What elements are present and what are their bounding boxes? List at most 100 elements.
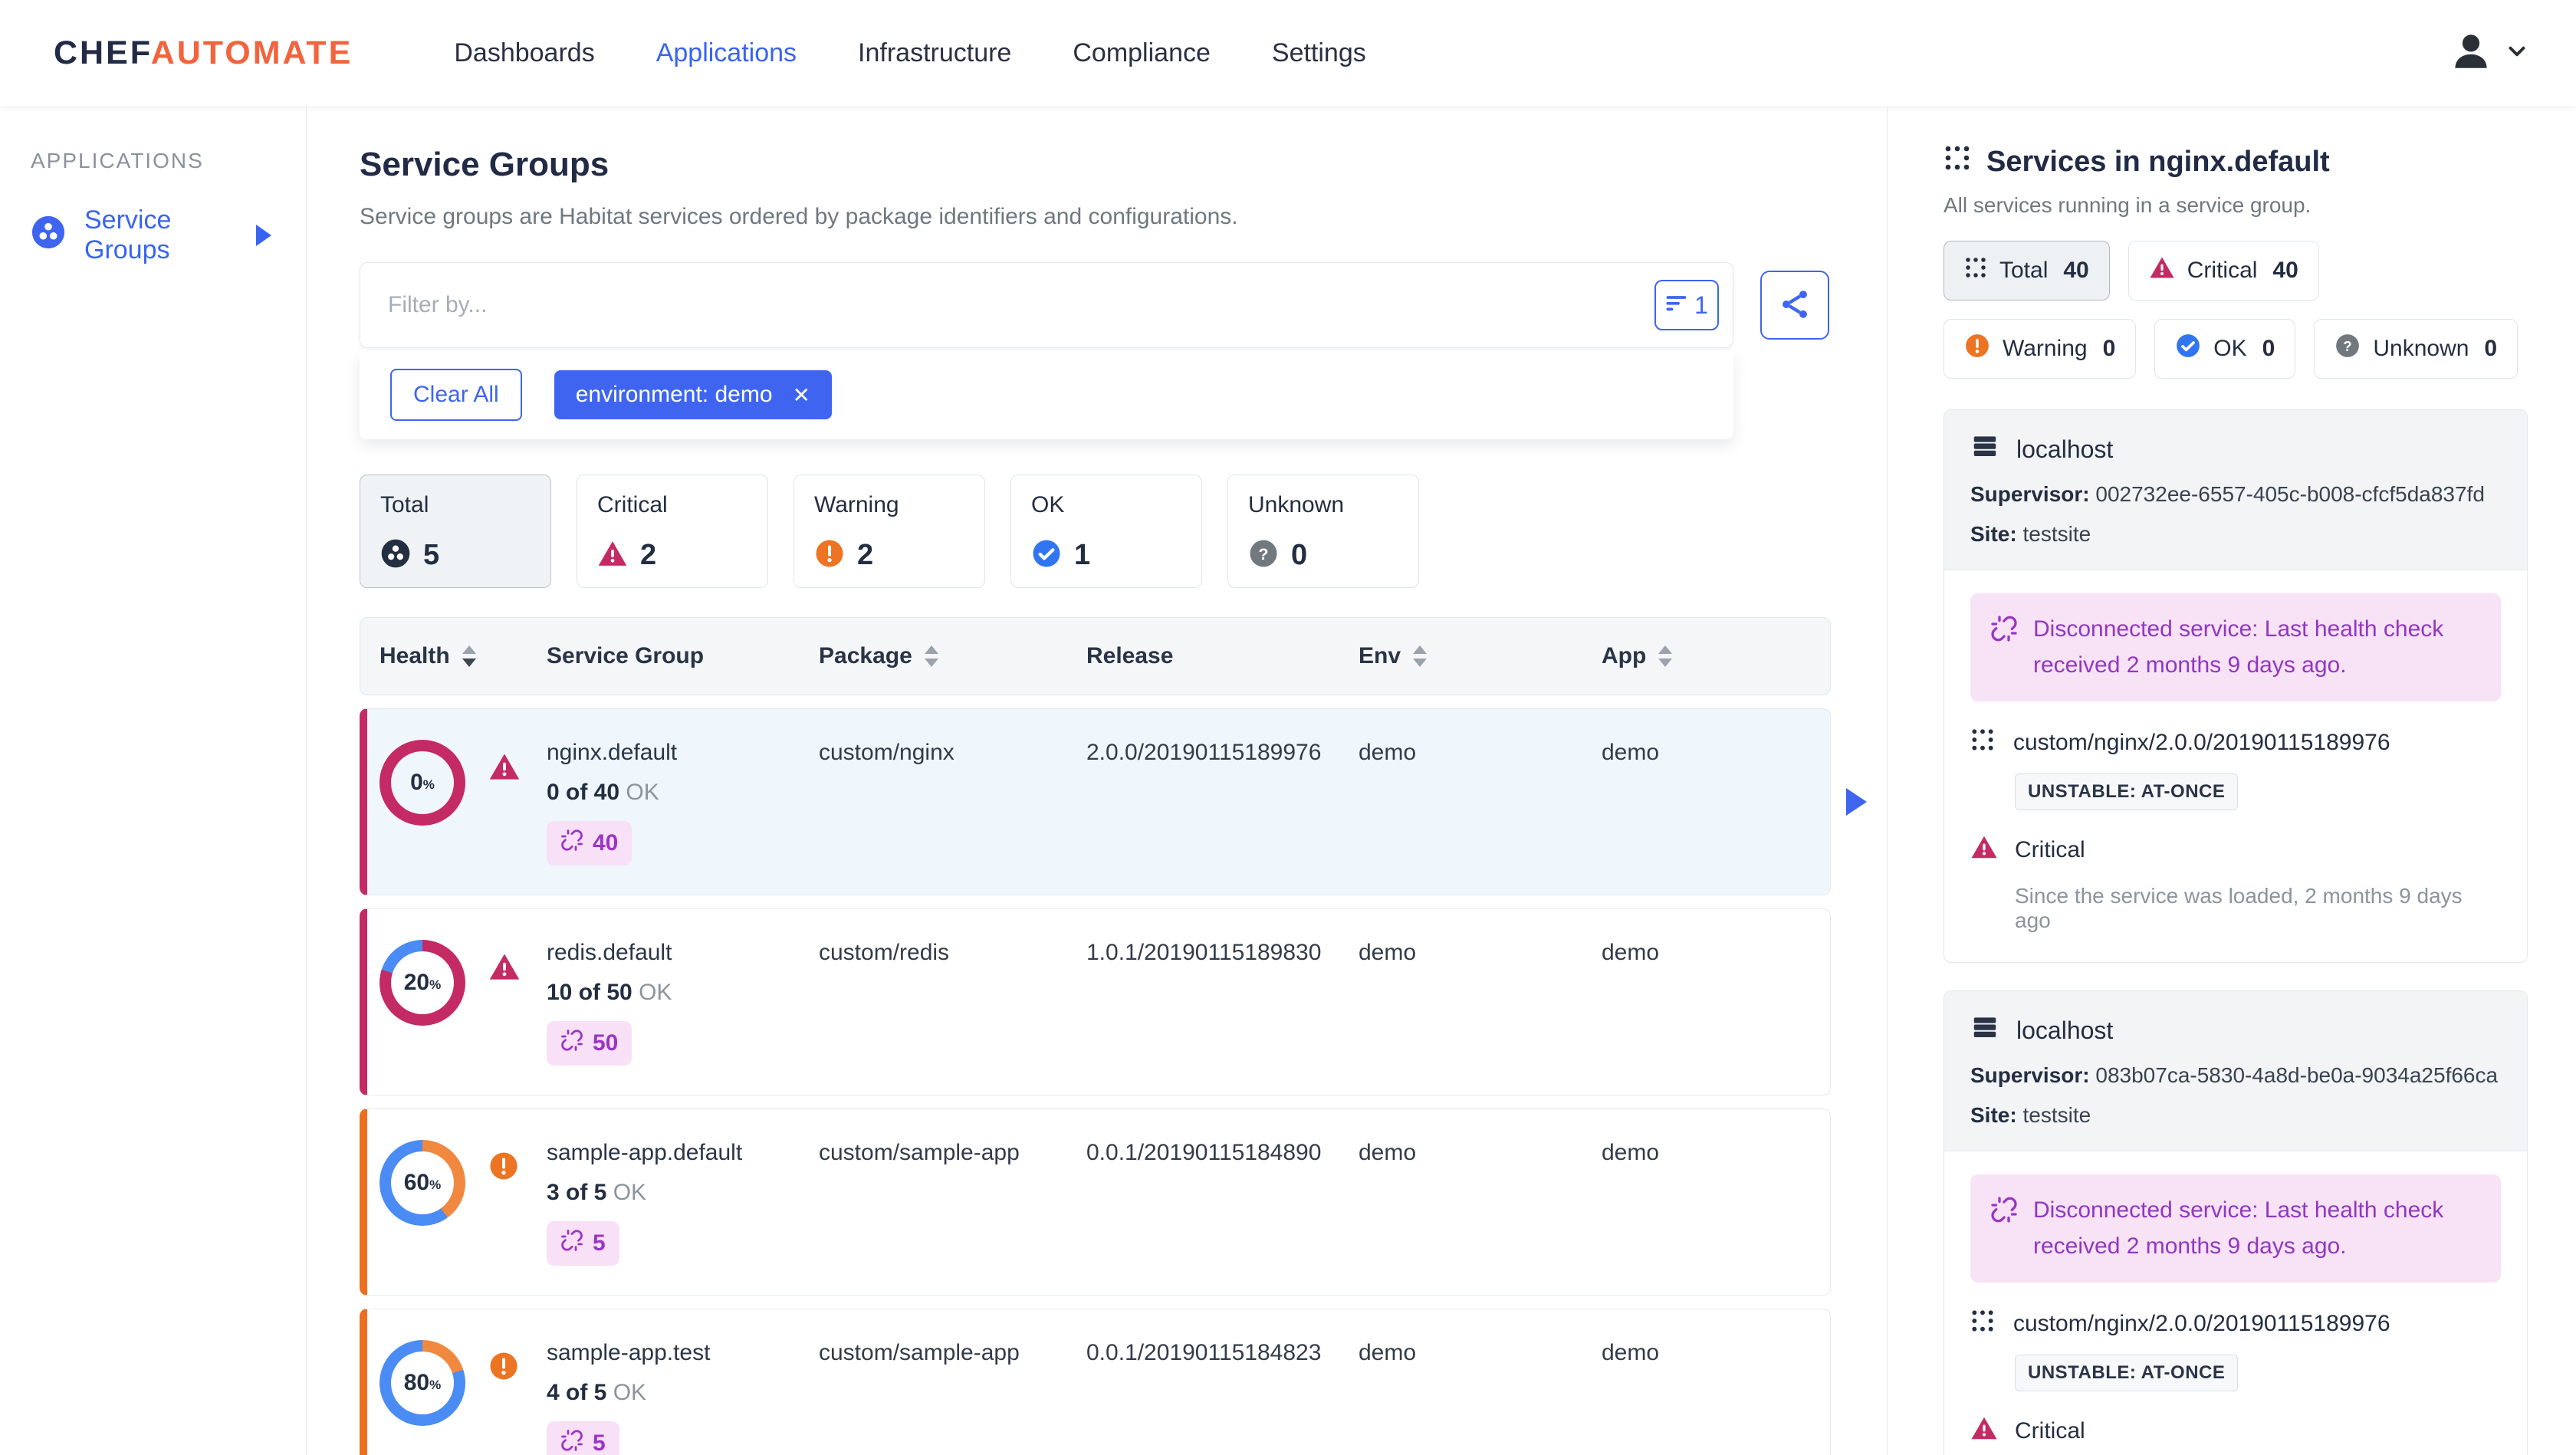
panel-title: Services in nginx.default bbox=[1944, 144, 2528, 179]
unlink-icon bbox=[560, 1229, 583, 1258]
pill-unknown[interactable]: ? Unknown 0 bbox=[2314, 319, 2518, 379]
status-filter-cards: Total 5 Critical 2 Warning 2 OK 1 Unknow… bbox=[360, 475, 1831, 588]
disconnected-count-badge: 5 bbox=[547, 1221, 619, 1266]
supervisor-id: 002732ee-6557-405c-b008-cfcf5da837fd bbox=[2095, 482, 2485, 506]
package-cell: custom/sample-app bbox=[819, 1340, 1020, 1365]
service-card: localhost Supervisor: 002732ee-6557-405c… bbox=[1944, 409, 2528, 963]
service-group-name: sample-app.default bbox=[547, 1140, 743, 1165]
status-card-critical[interactable]: Critical 2 bbox=[577, 475, 768, 588]
pill-warning[interactable]: Warning 0 bbox=[1944, 319, 2137, 379]
nav-applications[interactable]: Applications bbox=[656, 38, 797, 68]
site-name: testsite bbox=[2022, 1103, 2091, 1127]
service-group-row-redis-default[interactable]: 20% redis.default 10 of 50 OK 50 custom/… bbox=[360, 908, 1831, 1095]
share-icon bbox=[1778, 287, 1812, 324]
env-cell: demo bbox=[1359, 740, 1417, 765]
service-group-name: nginx.default bbox=[547, 740, 678, 765]
app-cell: demo bbox=[1602, 1140, 1660, 1165]
filter-bar: 1 bbox=[360, 262, 1831, 348]
warning-icon bbox=[488, 1351, 519, 1455]
supervisor-id: 083b07ca-5830-4a8d-be0a-9034a25f66ca bbox=[2095, 1063, 2499, 1087]
health-ring: 60% bbox=[380, 1140, 465, 1226]
disconnected-alert: Disconnected service: Last health check … bbox=[1970, 1174, 2501, 1283]
clear-all-button[interactable]: Clear All bbox=[390, 369, 522, 421]
disconnected-count-badge: 5 bbox=[547, 1421, 619, 1455]
unlink-icon bbox=[560, 1029, 583, 1058]
status-card-total[interactable]: Total 5 bbox=[360, 475, 551, 588]
applied-filters-panel: Clear All environment: demo ✕ bbox=[360, 350, 1733, 439]
sidebar-item-label: Service Groups bbox=[84, 205, 172, 264]
service-health-status: Critical bbox=[1970, 1414, 2501, 1448]
nav-infrastructure[interactable]: Infrastructure bbox=[858, 38, 1011, 68]
disconnected-alert: Disconnected service: Last health check … bbox=[1970, 593, 2501, 701]
column-header-env[interactable]: Env bbox=[1359, 643, 1602, 669]
column-header-release: Release bbox=[1086, 643, 1174, 668]
sort-arrows-icon bbox=[462, 645, 476, 667]
health-ring: 20% bbox=[380, 940, 465, 1026]
nav-settings[interactable]: Settings bbox=[1272, 38, 1366, 68]
habitat-icon bbox=[380, 538, 411, 573]
server-icon bbox=[1970, 432, 1999, 467]
share-button[interactable] bbox=[1760, 271, 1829, 340]
service-card: localhost Supervisor: 083b07ca-5830-4a8d… bbox=[1944, 990, 2528, 1455]
sidebar-section-label: APPLICATIONS bbox=[31, 149, 204, 172]
chip-close-icon[interactable]: ✕ bbox=[793, 383, 810, 408]
release-cell: 0.0.1/20190115184890 bbox=[1086, 1140, 1322, 1165]
health-ring: 0% bbox=[380, 740, 465, 826]
package-cell: custom/sample-app bbox=[819, 1140, 1020, 1165]
habitat-icon bbox=[31, 215, 66, 257]
services-icon bbox=[1970, 728, 1995, 758]
warning-icon bbox=[488, 1151, 519, 1266]
pill-total[interactable]: Total 40 bbox=[1944, 241, 2110, 301]
column-header-package[interactable]: Package bbox=[819, 643, 1086, 669]
pill-ok[interactable]: OK 0 bbox=[2154, 319, 2296, 379]
env-cell: demo bbox=[1359, 1140, 1417, 1165]
ok-icon bbox=[2175, 333, 2201, 365]
app-cell: demo bbox=[1602, 740, 1660, 765]
column-header-health[interactable]: Health bbox=[380, 643, 547, 669]
app-cell: demo bbox=[1602, 940, 1660, 965]
service-group-row-nginx-default[interactable]: 0% nginx.default 0 of 40 OK 40 custom/ng… bbox=[360, 708, 1867, 895]
filter-input[interactable] bbox=[388, 292, 1654, 318]
services-icon bbox=[1964, 256, 1987, 285]
filter-count-button[interactable]: 1 bbox=[1654, 280, 1719, 330]
svg-text:?: ? bbox=[1258, 544, 1268, 563]
services-icon bbox=[1944, 144, 1971, 179]
unlink-icon bbox=[1990, 1193, 2018, 1264]
status-card-ok[interactable]: OK 1 bbox=[1010, 475, 1202, 588]
sidebar-item-service-groups[interactable]: Service Groups bbox=[31, 205, 271, 265]
host-name: localhost bbox=[2016, 1016, 2114, 1044]
table-header: Health Service Group Package Release Env… bbox=[360, 617, 1831, 695]
user-menu[interactable] bbox=[2449, 29, 2530, 77]
health-ring: 80% bbox=[380, 1340, 465, 1426]
nav-dashboards[interactable]: Dashboards bbox=[454, 38, 594, 68]
chef-automate-logo[interactable]: CHEFAUTOMATE bbox=[54, 34, 353, 72]
env-cell: demo bbox=[1359, 940, 1417, 965]
main-content: Service Groups Service groups are Habita… bbox=[307, 107, 1887, 1455]
column-header-app[interactable]: App bbox=[1602, 643, 1830, 669]
filter-chip-environment-demo[interactable]: environment: demo ✕ bbox=[554, 370, 832, 419]
service-group-row-sample-app-default[interactable]: 60% sample-app.default 3 of 5 OK 5 custo… bbox=[360, 1108, 1831, 1296]
disconnected-count-badge: 40 bbox=[547, 821, 632, 865]
disconnected-count-badge: 50 bbox=[547, 1021, 632, 1066]
panel-subtitle: All services running in a service group. bbox=[1944, 193, 2312, 217]
server-icon bbox=[1970, 1013, 1999, 1048]
service-status-pills: Total 40 Critical 40 Warning 0 OK 0 ? Unknow… bbox=[1944, 241, 2528, 379]
filter-input-wrap: 1 bbox=[360, 262, 1733, 348]
nav-compliance[interactable]: Compliance bbox=[1073, 38, 1211, 68]
critical-icon bbox=[2149, 255, 2175, 287]
since-loaded-text: Since the service was loaded, 2 months 9… bbox=[2015, 884, 2463, 932]
chevron-right-icon bbox=[256, 225, 271, 246]
row-expand-arrow-icon[interactable] bbox=[1846, 788, 1867, 816]
status-card-warning[interactable]: Warning 2 bbox=[794, 475, 985, 588]
status-card-unknown[interactable]: Unknown ? 0 bbox=[1227, 475, 1419, 588]
filter-count: 1 bbox=[1694, 291, 1708, 319]
warning-icon bbox=[1964, 333, 1990, 365]
release-cell: 1.0.1/20190115189830 bbox=[1086, 940, 1322, 965]
pill-critical[interactable]: Critical 40 bbox=[2128, 241, 2319, 301]
main-nav-links: Dashboards Applications Infrastructure C… bbox=[454, 38, 1365, 68]
services-icon bbox=[1970, 1309, 1995, 1339]
user-avatar-icon bbox=[2449, 29, 2493, 77]
service-group-row-sample-app-test[interactable]: 80% sample-app.test 4 of 5 OK 5 custom/s… bbox=[360, 1309, 1831, 1455]
page-description: Service groups are Habitat services orde… bbox=[360, 204, 1238, 229]
warning-icon bbox=[814, 538, 845, 573]
